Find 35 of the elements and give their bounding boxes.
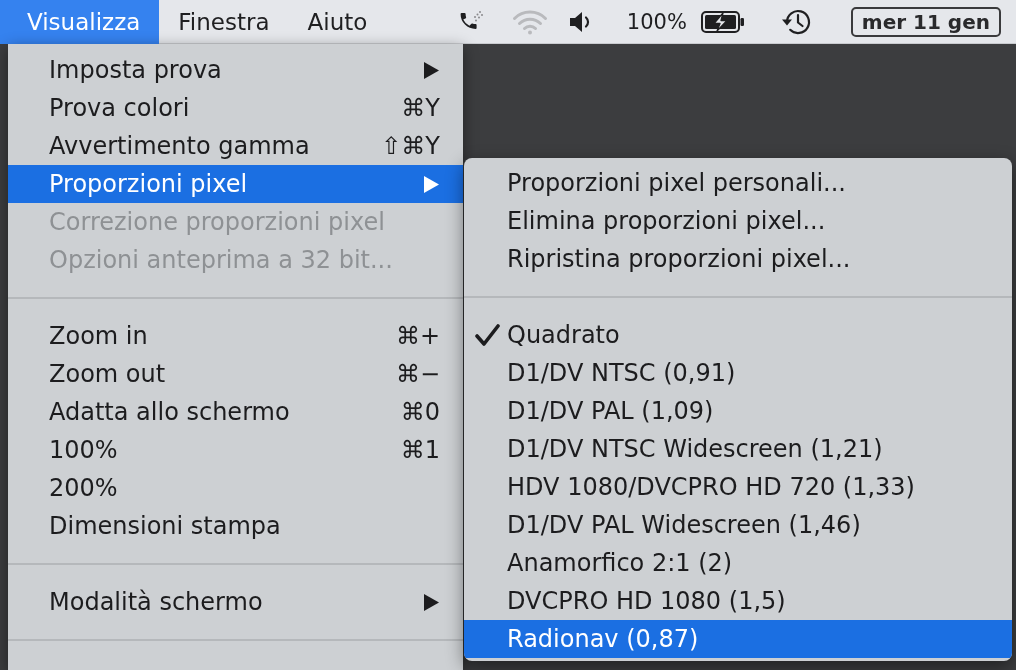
- shortcut-label: ⌘+: [395, 322, 440, 350]
- menu-item[interactable]: Modalità schermo: [8, 583, 463, 621]
- menu-title[interactable]: Finestra: [159, 0, 289, 44]
- menu-item[interactable]: Zoom out ⌘−: [8, 355, 463, 393]
- menu-item[interactable]: DVCPRO HD 1080 (1,5): [464, 582, 1012, 620]
- battery-percent: 100%: [626, 9, 687, 34]
- menu-item[interactable]: Zoom in ⌘+: [8, 317, 463, 355]
- menu-item[interactable]: Quadrato: [464, 316, 1012, 354]
- menu-item[interactable]: Dimensioni stampa: [8, 507, 463, 545]
- menu-item[interactable]: D1/DV NTSC Widescreen (1,21): [464, 430, 1012, 468]
- menu-title[interactable]: Aiuto: [288, 0, 387, 44]
- shortcut-label: ⇧⌘Y: [381, 132, 440, 160]
- menu-item[interactable]: D1/DV NTSC (0,91): [464, 354, 1012, 392]
- menu-item[interactable]: Imposta prova: [8, 51, 463, 89]
- menu-item[interactable]: Radionav (0,87): [464, 620, 1012, 658]
- shortcut-label: ⌘−: [395, 360, 440, 388]
- menu-item[interactable]: 100% ⌘1: [8, 431, 463, 469]
- menu-item[interactable]: Adatta allo schermo ⌘0: [8, 393, 463, 431]
- menu-item[interactable]: D1/DV PAL Widescreen (1,46): [464, 506, 1012, 544]
- menu-item[interactable]: Prova colori ⌘Y: [8, 89, 463, 127]
- shortcut-label: ⌘1: [400, 436, 440, 464]
- menu-item[interactable]: 200%: [8, 469, 463, 507]
- menu-item[interactable]: Avvertimento gamma ⇧⌘Y: [8, 127, 463, 165]
- menu-item[interactable]: Ripristina proporzioni pixel...: [464, 240, 1012, 278]
- menu-item[interactable]: Proporzioni pixel personali...: [464, 164, 1012, 202]
- menu-title[interactable]: Visualizza: [0, 0, 160, 44]
- battery-charging-icon[interactable]: [700, 10, 745, 33]
- shortcut-label: ⌘0: [400, 398, 440, 426]
- date-clock[interactable]: mer 11 gen: [850, 6, 1001, 37]
- menu-item[interactable]: D1/DV PAL (1,09): [464, 392, 1012, 430]
- shortcut-label: ⌘Y: [401, 94, 440, 122]
- menu-item[interactable]: HDV 1080/DVCPRO HD 720 (1,33): [464, 468, 1012, 506]
- menu-item[interactable]: Anamorfico 2:1 (2): [464, 544, 1012, 582]
- menu-item[interactable]: Proporzioni pixel: [8, 165, 463, 203]
- menu-item[interactable]: Elimina proporzioni pixel...: [464, 202, 1012, 240]
